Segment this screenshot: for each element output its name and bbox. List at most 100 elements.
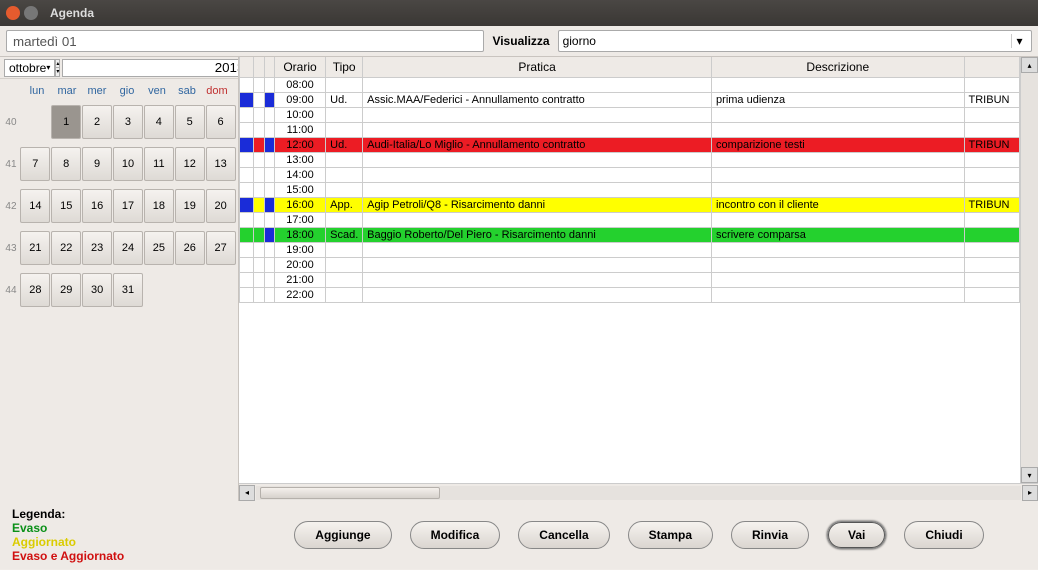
cell: 08:00: [274, 77, 325, 92]
cancella-button[interactable]: Cancella: [518, 521, 609, 549]
cal-day[interactable]: 27: [206, 231, 236, 265]
agenda-row[interactable]: 16:00App.Agip Petroli/Q8 - Risarcimento …: [240, 197, 1020, 212]
agenda-row[interactable]: 12:00Ud.Audi-Italia/Lo Miglio - Annullam…: [240, 137, 1020, 152]
row-marker: [254, 227, 264, 242]
cal-day[interactable]: 14: [20, 189, 50, 223]
close-icon[interactable]: [6, 6, 20, 20]
agenda-row[interactable]: 13:00: [240, 152, 1020, 167]
cell: [363, 77, 712, 92]
scroll-right-icon[interactable]: ▸: [1022, 485, 1038, 501]
vertical-scrollbar[interactable]: ▴ ▾: [1020, 57, 1038, 483]
cal-day[interactable]: 23: [82, 231, 112, 265]
cal-day[interactable]: 24: [113, 231, 143, 265]
cal-day[interactable]: 4: [144, 105, 174, 139]
cell: [326, 272, 363, 287]
legend-aggiornato: Aggiornato: [12, 535, 252, 549]
month-spinner[interactable]: ▴▾: [55, 59, 60, 77]
cal-day[interactable]: 30: [82, 273, 112, 307]
cal-day[interactable]: 19: [175, 189, 205, 223]
cal-day[interactable]: 20: [206, 189, 236, 223]
agenda-grid-panel: Orario Tipo Pratica Descrizione 08:0009:…: [238, 57, 1038, 501]
cal-day[interactable]: 21: [20, 231, 50, 265]
cal-day[interactable]: 22: [51, 231, 81, 265]
modifica-button[interactable]: Modifica: [410, 521, 501, 549]
stampa-button[interactable]: Stampa: [628, 521, 713, 549]
horizontal-scrollbar[interactable]: ◂ ▸: [239, 483, 1038, 501]
cal-day[interactable]: 17: [113, 189, 143, 223]
agenda-row[interactable]: 21:00: [240, 272, 1020, 287]
cal-dayhead: lun: [22, 85, 52, 97]
cal-day[interactable]: 29: [51, 273, 81, 307]
row-marker: [264, 287, 274, 302]
cell: Ud.: [326, 137, 363, 152]
cal-day[interactable]: 13: [206, 147, 236, 181]
cal-day[interactable]: 7: [20, 147, 50, 181]
agenda-row[interactable]: 17:00: [240, 212, 1020, 227]
agenda-row[interactable]: 22:00: [240, 287, 1020, 302]
cell: [712, 242, 964, 257]
col-pratica[interactable]: Pratica: [363, 57, 712, 77]
cal-day[interactable]: 12: [175, 147, 205, 181]
row-marker: [254, 257, 264, 272]
cal-day[interactable]: 9: [82, 147, 112, 181]
rinvia-button[interactable]: Rinvia: [731, 521, 809, 549]
visualizza-select[interactable]: giorno ▾: [558, 30, 1032, 52]
cal-day[interactable]: 25: [144, 231, 174, 265]
cell: Scad.: [326, 227, 363, 242]
row-marker: [264, 197, 274, 212]
cal-day[interactable]: 31: [113, 273, 143, 307]
cal-day[interactable]: 28: [20, 273, 50, 307]
agenda-row[interactable]: 14:00: [240, 167, 1020, 182]
cell: 14:00: [274, 167, 325, 182]
scroll-up-icon[interactable]: ▴: [1021, 57, 1038, 73]
chiudi-button[interactable]: Chiudi: [904, 521, 983, 549]
row-marker: [264, 227, 274, 242]
row-marker: [264, 257, 274, 272]
cal-day[interactable]: 2: [82, 105, 112, 139]
cell: 10:00: [274, 107, 325, 122]
cal-day[interactable]: 3: [113, 105, 143, 139]
cell: incontro con il cliente: [712, 197, 964, 212]
agenda-row[interactable]: 09:00Ud.Assic.MAA/Federici - Annullament…: [240, 92, 1020, 107]
row-marker: [264, 182, 274, 197]
agenda-row[interactable]: 18:00Scad.Baggio Roberto/Del Piero - Ris…: [240, 227, 1020, 242]
cal-day[interactable]: 1: [51, 105, 81, 139]
row-marker: [240, 137, 254, 152]
cal-day[interactable]: 6: [206, 105, 236, 139]
cell: [964, 227, 1019, 242]
week-number: 42: [2, 201, 20, 212]
scroll-down-icon[interactable]: ▾: [1021, 467, 1038, 483]
cell: [326, 152, 363, 167]
agenda-row[interactable]: 20:00: [240, 257, 1020, 272]
agenda-row[interactable]: 08:00: [240, 77, 1020, 92]
cell: prima udienza: [712, 92, 964, 107]
agenda-row[interactable]: 19:00: [240, 242, 1020, 257]
aggiunge-button[interactable]: Aggiunge: [294, 521, 391, 549]
month-select[interactable]: ottobre ▾: [4, 59, 55, 77]
minimize-icon[interactable]: [24, 6, 38, 20]
agenda-row[interactable]: 11:00: [240, 122, 1020, 137]
col-descrizione[interactable]: Descrizione: [712, 57, 964, 77]
cell: [326, 122, 363, 137]
cal-day[interactable]: 8: [51, 147, 81, 181]
year-input[interactable]: [62, 59, 249, 77]
scroll-left-icon[interactable]: ◂: [239, 485, 255, 501]
cal-day[interactable]: 10: [113, 147, 143, 181]
cal-day[interactable]: 26: [175, 231, 205, 265]
cell: [964, 167, 1019, 182]
agenda-row[interactable]: 10:00: [240, 107, 1020, 122]
col-tipo[interactable]: Tipo: [326, 57, 363, 77]
cal-day[interactable]: 5: [175, 105, 205, 139]
cell: [712, 152, 964, 167]
cell: 15:00: [274, 182, 325, 197]
col-extra[interactable]: [964, 57, 1019, 77]
cal-day[interactable]: 15: [51, 189, 81, 223]
col-orario[interactable]: Orario: [274, 57, 325, 77]
vai-button[interactable]: Vai: [827, 521, 886, 549]
date-input[interactable]: [6, 30, 484, 52]
cal-day[interactable]: 16: [82, 189, 112, 223]
cal-day[interactable]: 18: [144, 189, 174, 223]
agenda-row[interactable]: 15:00: [240, 182, 1020, 197]
row-marker: [264, 137, 274, 152]
cal-day[interactable]: 11: [144, 147, 174, 181]
